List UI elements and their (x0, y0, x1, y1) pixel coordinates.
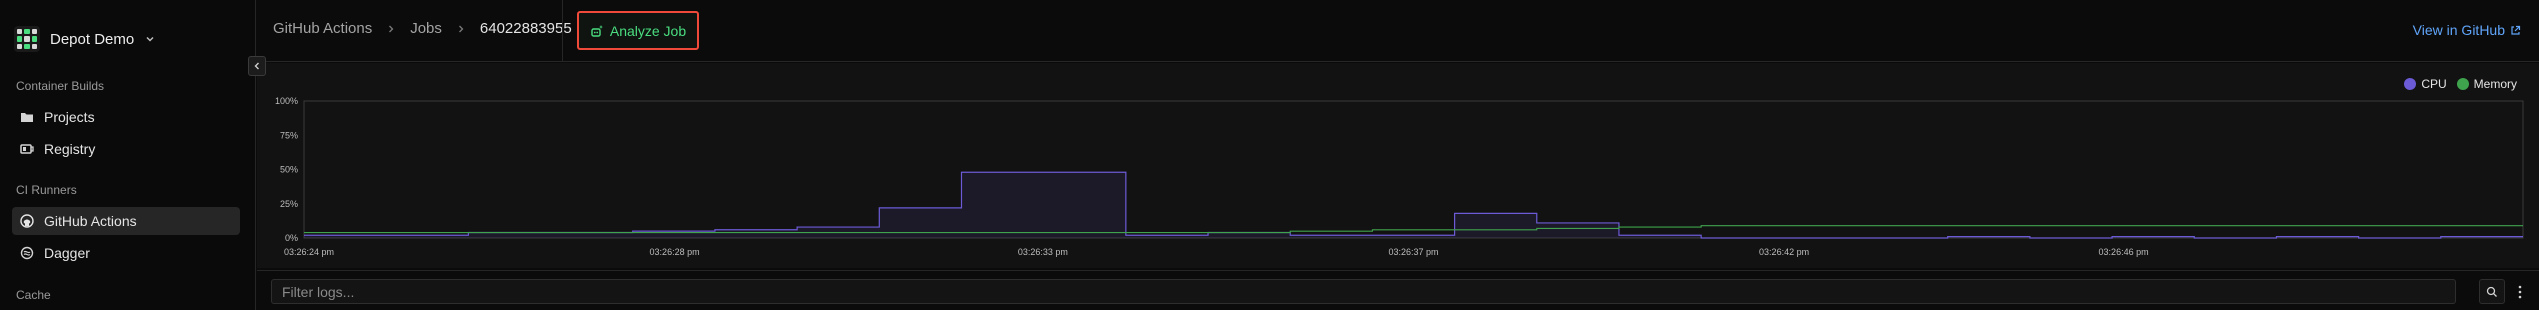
sidebar-item-projects[interactable]: Projects (12, 103, 240, 131)
depot-logo-icon (14, 26, 40, 52)
sidebar-item-registry[interactable]: Registry (12, 135, 240, 163)
breadcrumb: GitHub Actions Jobs 64022883955 (273, 20, 572, 37)
y-tick-label: 75% (280, 130, 298, 140)
dagger-icon (20, 246, 34, 260)
x-tick-label: 03:26:42 pm (1759, 247, 1809, 257)
registry-icon (20, 144, 34, 154)
chart-legend: CPU Memory (2404, 77, 2517, 91)
chevron-right-icon (458, 25, 464, 32)
legend-label-memory: Memory (2473, 77, 2517, 91)
sidebar-item-dagger[interactable]: Dagger (12, 239, 240, 267)
legend-item-cpu[interactable]: CPU (2404, 77, 2447, 91)
app-root: Depot Demo Container Builds Projects Reg… (0, 0, 2539, 310)
x-tick-label: 03:26:28 pm (650, 247, 700, 257)
cpu-series-line (304, 171, 2523, 239)
cpu-area (304, 172, 2523, 238)
analyze-job-label: Analyze Job (609, 22, 687, 39)
view-in-github-link[interactable]: View in GitHub (2413, 22, 2521, 38)
log-filter-bar (257, 270, 2539, 310)
y-tick-label: 0% (285, 233, 298, 243)
y-tick-label: 100% (275, 96, 298, 106)
header-divider (562, 0, 563, 62)
sidebar-item-label: GitHub Actions (44, 213, 137, 229)
x-tick-label: 03:26:33 pm (1018, 247, 1068, 257)
resource-usage-chart-svg: 100% 75% 50% 25% 0% 03:26:24 pm 03:26:28 pm 03… (275, 96, 2524, 257)
more-vertical-icon (2518, 285, 2522, 298)
y-tick-label: 50% (280, 165, 298, 175)
legend-item-memory[interactable]: Memory (2456, 77, 2517, 91)
legend-label-cpu: CPU (2421, 77, 2447, 91)
section-title-container-builds: Container Builds (16, 79, 105, 93)
sidebar-item-label: Dagger (44, 245, 90, 261)
external-link-icon (2511, 25, 2521, 35)
y-tick-label: 25% (280, 199, 298, 209)
legend-dot-memory (2456, 78, 2469, 90)
sidebar-item-github-actions[interactable]: GitHub Actions (12, 207, 240, 235)
sidebar-item-label: Projects (44, 109, 95, 125)
org-name: Depot Demo (50, 30, 135, 48)
x-tick-label: 03:26:37 pm (1388, 247, 1438, 257)
chevron-down-icon (146, 36, 154, 42)
x-tick-label: 03:26:46 pm (2099, 247, 2149, 257)
section-title-ci-runners: CI Runners (16, 183, 77, 197)
section-title-cache: Cache (16, 288, 51, 302)
filter-logs-input[interactable] (271, 279, 2456, 304)
sidebar-item-label: Registry (44, 141, 96, 157)
org-switcher[interactable]: Depot Demo (14, 24, 156, 54)
breadcrumb-github-actions[interactable]: GitHub Actions (273, 20, 372, 37)
breadcrumb-jobs[interactable]: Jobs (410, 20, 442, 37)
analyze-job-button[interactable]: Analyze Job (577, 11, 699, 50)
folder-icon (21, 113, 33, 122)
github-icon (20, 214, 34, 228)
page-header: GitHub Actions Jobs 64022883955 Analyze … (257, 0, 2539, 62)
search-icon (2486, 286, 2497, 297)
resource-usage-chart: 100% 75% 50% 25% 0% 03:26:24 pm 03:26:28 pm 03… (257, 63, 2539, 268)
view-in-github-label: View in GitHub (2412, 22, 2505, 38)
collapse-sidebar-button[interactable] (248, 56, 266, 76)
chevron-right-icon (389, 25, 394, 32)
sidebar: Depot Demo Container Builds Projects Reg… (0, 0, 256, 310)
chevron-left-icon (254, 62, 259, 70)
breadcrumb-job-id: 64022883955 (479, 20, 572, 37)
legend-dot-cpu (2404, 78, 2417, 90)
more-options-button[interactable] (2509, 279, 2531, 304)
plot-frame (303, 100, 2524, 239)
search-logs-button[interactable] (2479, 279, 2505, 304)
sparkle-robot-icon (591, 24, 603, 37)
x-tick-label: 03:26:24 pm (284, 247, 334, 257)
